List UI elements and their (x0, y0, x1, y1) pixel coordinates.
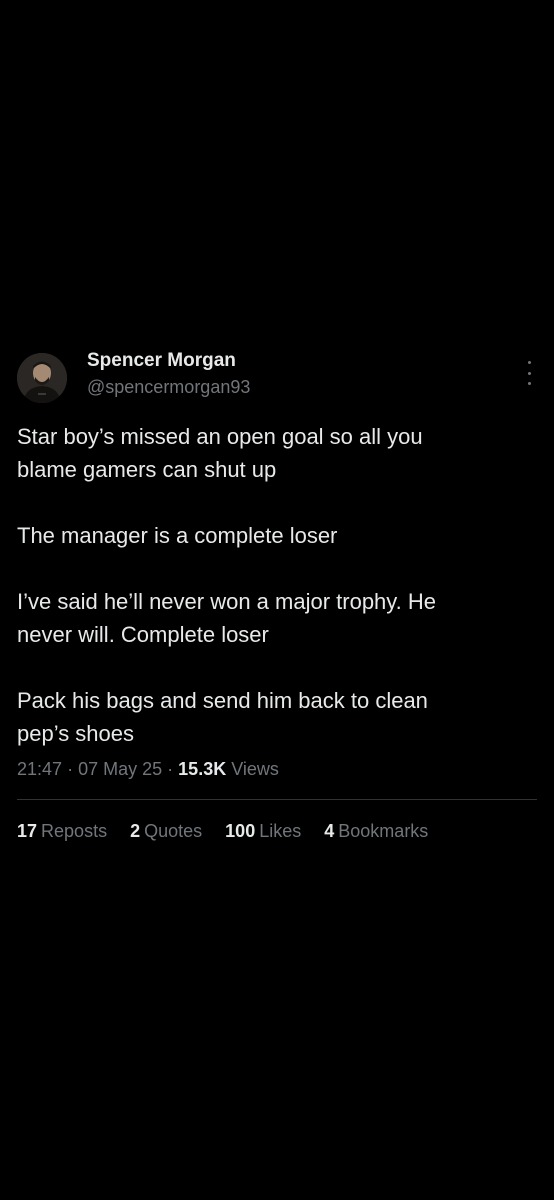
tweet-paragraph: I’ve said he’ll never won a major trophy… (17, 589, 437, 647)
tweet: Spencer Morgan @spencermorgan93 Star boy… (0, 347, 554, 841)
views-count[interactable]: 15.3K (178, 759, 226, 779)
tweet-text: Star boy’s missed an open goal so all yo… (17, 420, 527, 750)
more-vertical-icon[interactable] (524, 361, 534, 385)
tweet-paragraph: The manager is a complete loser (17, 523, 338, 548)
avatar-photo-icon (17, 353, 67, 403)
tweet-header: Spencer Morgan @spencermorgan93 (0, 347, 554, 407)
dot-icon (527, 382, 531, 385)
quotes-label: Quotes (144, 821, 203, 841)
dot-icon (527, 371, 531, 375)
views-label[interactable]: Views (231, 759, 279, 779)
likes-stat[interactable]: 100 Likes (225, 821, 301, 842)
tweet-paragraph: Pack his bags and send him back to clean… (17, 688, 428, 746)
tweet-paragraph: Star boy’s missed an open goal so all yo… (17, 424, 423, 482)
likes-label: Likes (259, 821, 302, 841)
likes-count: 100 (225, 821, 256, 841)
divider (17, 799, 537, 800)
reposts-label: Reposts (41, 821, 108, 841)
reposts-stat[interactable]: 17 Reposts (17, 821, 107, 842)
reposts-count: 17 (17, 821, 38, 841)
separator: · (167, 759, 174, 779)
bookmarks-label: Bookmarks (338, 821, 429, 841)
avatar[interactable] (17, 353, 67, 403)
tweet-date[interactable]: 07 May 25 (78, 759, 162, 779)
author-handle[interactable]: @spencermorgan93 (87, 377, 250, 398)
tweet-meta: 21:47 · 07 May 25 · 15.3K Views (17, 759, 279, 780)
bookmarks-stat[interactable]: 4 Bookmarks (324, 821, 428, 842)
tweet-time[interactable]: 21:47 (17, 759, 62, 779)
dot-icon (527, 361, 531, 364)
engagement-stats: 17 Reposts 2 Quotes 100 Likes 4 Bookmarks (17, 821, 446, 842)
quotes-stat[interactable]: 2 Quotes (130, 821, 202, 842)
bookmarks-count: 4 (324, 821, 335, 841)
separator: · (67, 759, 74, 779)
quotes-count: 2 (130, 821, 141, 841)
author-name[interactable]: Spencer Morgan (87, 350, 236, 372)
